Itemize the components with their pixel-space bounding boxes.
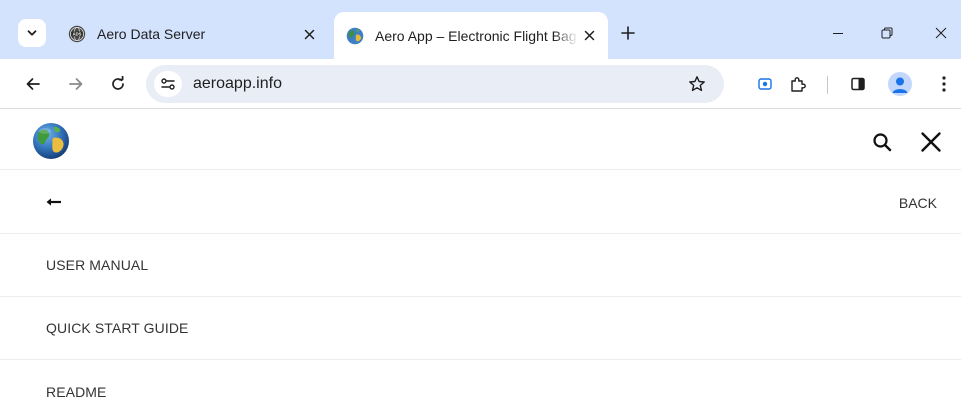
bookmark-button[interactable] [684, 71, 710, 97]
site-header [0, 110, 961, 170]
ads-globe-icon: ADS [68, 25, 86, 43]
back-label: BACK [898, 195, 937, 211]
menu-item-label: README [46, 383, 107, 400]
close-window-button[interactable] [926, 20, 956, 46]
screen-record-icon [758, 78, 772, 90]
extensions-menu-button[interactable] [785, 71, 811, 97]
search-icon [873, 133, 892, 152]
minimize-button[interactable] [823, 20, 853, 46]
close-icon [584, 30, 594, 41]
site-info-button[interactable] [154, 71, 182, 97]
tab-aero-app[interactable]: Aero App – Electronic Flight Bag [334, 12, 608, 59]
new-tab-button[interactable] [616, 21, 640, 45]
arrow-right-icon [69, 78, 83, 90]
menu-back-row[interactable]: BACK [0, 171, 961, 234]
toolbar-divider [827, 76, 828, 94]
plus-icon [621, 26, 635, 40]
close-icon [304, 29, 314, 39]
tab-title: Aero Data Server [97, 26, 206, 42]
tab-aero-data-server[interactable]: ADS Aero Data Server [56, 14, 328, 54]
menu-item-quick-start-guide[interactable]: QUICK START GUIDE [0, 297, 961, 360]
extension-button[interactable] [752, 71, 778, 97]
profile-avatar[interactable] [888, 72, 912, 96]
earth-globe-icon [346, 27, 364, 44]
close-icon [935, 27, 947, 39]
page-content: BACK USER MANUAL QUICK START GUIDE READM… [0, 110, 961, 418]
browser-menu-button[interactable] [931, 71, 957, 97]
site-search-button[interactable] [870, 130, 894, 154]
tab-search-button[interactable] [18, 19, 46, 47]
reload-icon [112, 76, 124, 90]
arrow-left-icon [26, 78, 40, 90]
restore-icon [881, 27, 893, 39]
reload-button[interactable] [105, 71, 131, 97]
tab-close-button[interactable] [298, 23, 320, 45]
chevron-down-icon [27, 30, 37, 36]
arrow-left-icon [46, 194, 62, 210]
star-icon [689, 76, 705, 92]
person-icon [892, 77, 908, 93]
more-vert-icon [942, 76, 946, 92]
browser-tab-strip: ADS Aero Data Server Aero App – Electron… [0, 0, 961, 59]
browser-toolbar: aeroapp.info [0, 59, 961, 109]
back-button[interactable] [20, 71, 46, 97]
earth-globe-icon[interactable] [32, 122, 70, 160]
address-bar[interactable]: aeroapp.info [146, 65, 724, 103]
tab-close-button[interactable] [578, 25, 600, 47]
side-panel-icon [851, 77, 865, 91]
puzzle-icon [791, 77, 806, 92]
url-text[interactable]: aeroapp.info [193, 75, 282, 93]
menu-item-label: QUICK START GUIDE [46, 320, 189, 336]
tune-icon [161, 78, 175, 90]
menu-item-user-manual[interactable]: USER MANUAL [0, 234, 961, 297]
forward-button[interactable] [63, 71, 89, 97]
svg-text:ADS: ADS [73, 31, 82, 36]
menu-item-label: USER MANUAL [46, 257, 149, 273]
menu-close-button[interactable] [917, 128, 945, 156]
side-panel-button[interactable] [845, 71, 871, 97]
tab-title: Aero App – Electronic Flight Bag [375, 27, 577, 44]
minimize-icon [833, 33, 843, 34]
close-icon [921, 132, 941, 152]
menu-item-readme[interactable]: README [0, 360, 961, 418]
restore-button[interactable] [872, 20, 902, 46]
